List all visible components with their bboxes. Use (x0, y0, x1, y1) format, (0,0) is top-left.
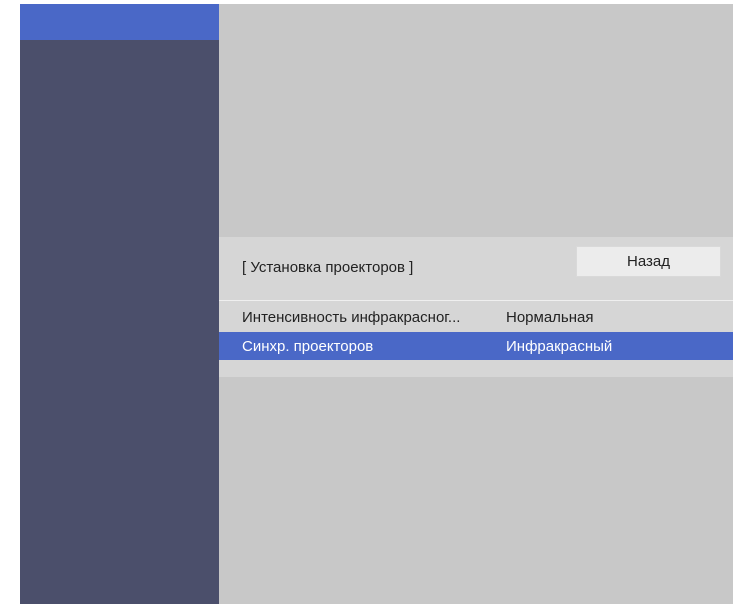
panel-title: [ Установка проекторов ] (242, 259, 414, 276)
projector-screen: [ Установка проекторов ] Назад Интенсивн… (20, 4, 733, 604)
menu-item-value: Нормальная (506, 309, 594, 326)
sidebar (20, 4, 219, 604)
menu-item-projector-sync[interactable]: Синхр. проекторов Инфракрасный (219, 332, 733, 360)
sidebar-active-item[interactable] (20, 4, 219, 40)
back-button[interactable]: Назад (576, 246, 721, 277)
settings-panel: [ Установка проекторов ] Назад Интенсивн… (219, 237, 733, 377)
menu-item-label: Синхр. проекторов (242, 338, 374, 355)
menu-item-label: Интенсивность инфракрасног... (242, 309, 461, 326)
divider (219, 300, 733, 301)
menu-item-infrared-intensity[interactable]: Интенсивность инфракрасног... Нормальная (219, 303, 733, 331)
menu-item-value: Инфракрасный (506, 338, 613, 355)
panel-header: [ Установка проекторов ] Назад (219, 237, 733, 293)
